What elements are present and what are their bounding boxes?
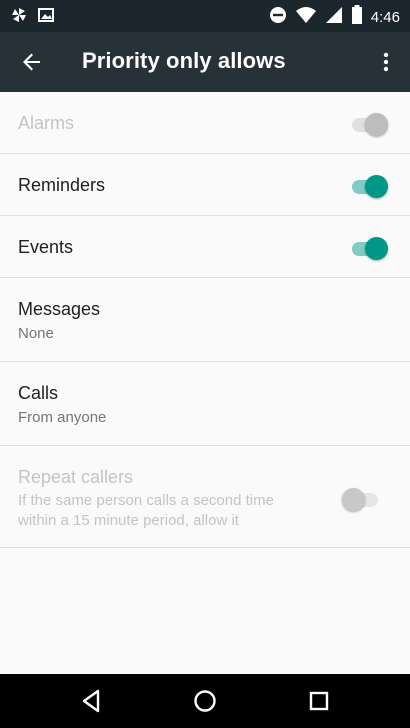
setting-summary-line2: within a 15 minute period, allow it	[18, 512, 239, 529]
status-right-icons: 4:46	[269, 5, 400, 30]
wifi-icon	[295, 6, 317, 29]
setting-row-alarms: Alarms	[0, 92, 410, 154]
back-triangle-icon	[78, 689, 108, 720]
setting-label-events: Events	[18, 237, 74, 257]
system-nav-bar	[0, 674, 410, 728]
page-title: Priority only allows	[82, 48, 286, 73]
setting-row-messages[interactable]: Messages None	[0, 278, 410, 362]
nav-home-button[interactable]	[190, 686, 220, 716]
status-left-icons	[10, 6, 54, 29]
events-switch[interactable]	[352, 235, 388, 260]
setting-label-alarms: Alarms	[18, 113, 75, 133]
reminders-switch[interactable]	[352, 173, 388, 198]
nav-recents-button[interactable]	[304, 686, 334, 716]
status-bar: 4:46	[0, 0, 410, 32]
setting-row-repeat-callers: Repeat callers If the same person calls …	[0, 446, 410, 548]
setting-row-reminders[interactable]: Reminders	[0, 154, 410, 216]
back-button[interactable]	[16, 46, 48, 78]
setting-label-reminders: Reminders	[18, 175, 106, 195]
setting-label-calls: Calls	[18, 383, 59, 403]
status-time: 4:46	[370, 9, 400, 26]
setting-label-messages: Messages	[18, 299, 101, 319]
more-vert-icon	[374, 52, 398, 82]
do-not-disturb-icon	[269, 6, 287, 29]
pinwheel-icon	[10, 6, 28, 29]
app-toolbar: Priority only allows	[0, 32, 410, 92]
setting-label-repeat-callers: Repeat callers	[18, 467, 134, 487]
repeat-callers-switch[interactable]	[342, 486, 380, 511]
back-arrow-icon	[16, 53, 48, 82]
overflow-menu-button[interactable]	[374, 46, 398, 78]
nav-back-button[interactable]	[78, 686, 108, 716]
setting-row-events[interactable]: Events	[0, 216, 410, 278]
setting-summary-line1: If the same person calls a second time	[18, 492, 274, 509]
setting-row-calls[interactable]: Calls From anyone	[0, 362, 410, 446]
battery-icon	[351, 5, 363, 30]
setting-value-messages: None	[18, 325, 54, 342]
alarms-switch[interactable]	[352, 111, 388, 136]
image-icon	[38, 7, 54, 28]
settings-list: Alarms Reminders Events Messages None Ca…	[0, 92, 410, 548]
home-circle-icon	[190, 690, 220, 720]
setting-value-calls: From anyone	[18, 409, 107, 426]
recents-square-icon	[304, 691, 334, 720]
signal-icon	[325, 6, 343, 29]
